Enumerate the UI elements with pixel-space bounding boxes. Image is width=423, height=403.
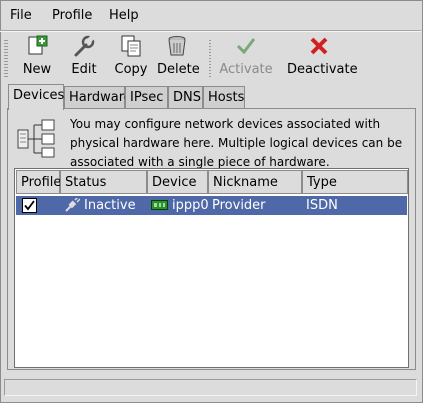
row-type: ISDN xyxy=(306,198,338,213)
menu-help[interactable]: Help xyxy=(109,8,139,23)
trash-icon xyxy=(168,36,186,56)
tab-hosts[interactable]: Hosts xyxy=(203,86,245,108)
profile-checkbox[interactable] xyxy=(22,198,37,213)
row-status: Inactive xyxy=(84,198,136,213)
toolbar-handle[interactable] xyxy=(4,40,8,78)
edit-button[interactable]: Edit xyxy=(70,34,98,80)
delete-button[interactable]: Delete xyxy=(157,34,200,80)
menu-file[interactable]: File xyxy=(10,8,32,23)
new-button[interactable]: New xyxy=(20,34,54,80)
network-devices-icon xyxy=(17,119,55,158)
new-icon xyxy=(28,35,48,55)
red-x-icon xyxy=(310,37,328,55)
deactivate-label: Deactivate xyxy=(287,62,358,77)
tab-ipsec[interactable]: IPsec xyxy=(125,86,168,108)
deactivate-button[interactable]: Deactivate xyxy=(287,34,358,80)
delete-label: Delete xyxy=(157,62,200,77)
tab-devices[interactable]: Devices xyxy=(8,84,64,110)
tab-dns[interactable]: DNS xyxy=(168,86,203,108)
row-device: ippp0 xyxy=(172,198,209,213)
menubar-divider xyxy=(0,30,421,32)
info-text: You may configure network devices associ… xyxy=(70,117,403,169)
edit-label: Edit xyxy=(71,62,97,77)
new-label: New xyxy=(22,62,52,77)
table-row[interactable]: Inactive ippp0 Provider ISDN xyxy=(16,196,407,215)
activate-label: Activate xyxy=(219,62,273,77)
status-bar xyxy=(4,379,417,396)
column-header-profile[interactable]: Profile xyxy=(16,170,61,194)
device-list[interactable]: Profile Status Device Nickname Type Inac… xyxy=(14,168,409,368)
disconnected-plug-icon xyxy=(65,198,80,212)
tab-hardware[interactable]: Hardware xyxy=(64,86,132,108)
checkmark-icon xyxy=(236,38,256,55)
menubar: File Profile Help xyxy=(0,0,421,30)
column-header-status[interactable]: Status xyxy=(60,170,147,194)
column-header-type[interactable]: Type xyxy=(302,170,408,194)
copy-icon xyxy=(121,35,141,57)
row-nickname: Provider xyxy=(212,198,266,213)
copy-label: Copy xyxy=(114,62,148,77)
check-icon xyxy=(24,200,35,211)
column-header-nickname[interactable]: Nickname xyxy=(208,170,302,194)
wrench-icon xyxy=(74,35,95,57)
copy-button[interactable]: Copy xyxy=(114,34,148,80)
column-header-device[interactable]: Device xyxy=(147,170,208,194)
network-card-icon xyxy=(151,200,168,210)
activate-button[interactable]: Activate xyxy=(219,34,273,80)
menu-profile[interactable]: Profile xyxy=(52,8,92,23)
toolbar-separator xyxy=(209,40,211,78)
